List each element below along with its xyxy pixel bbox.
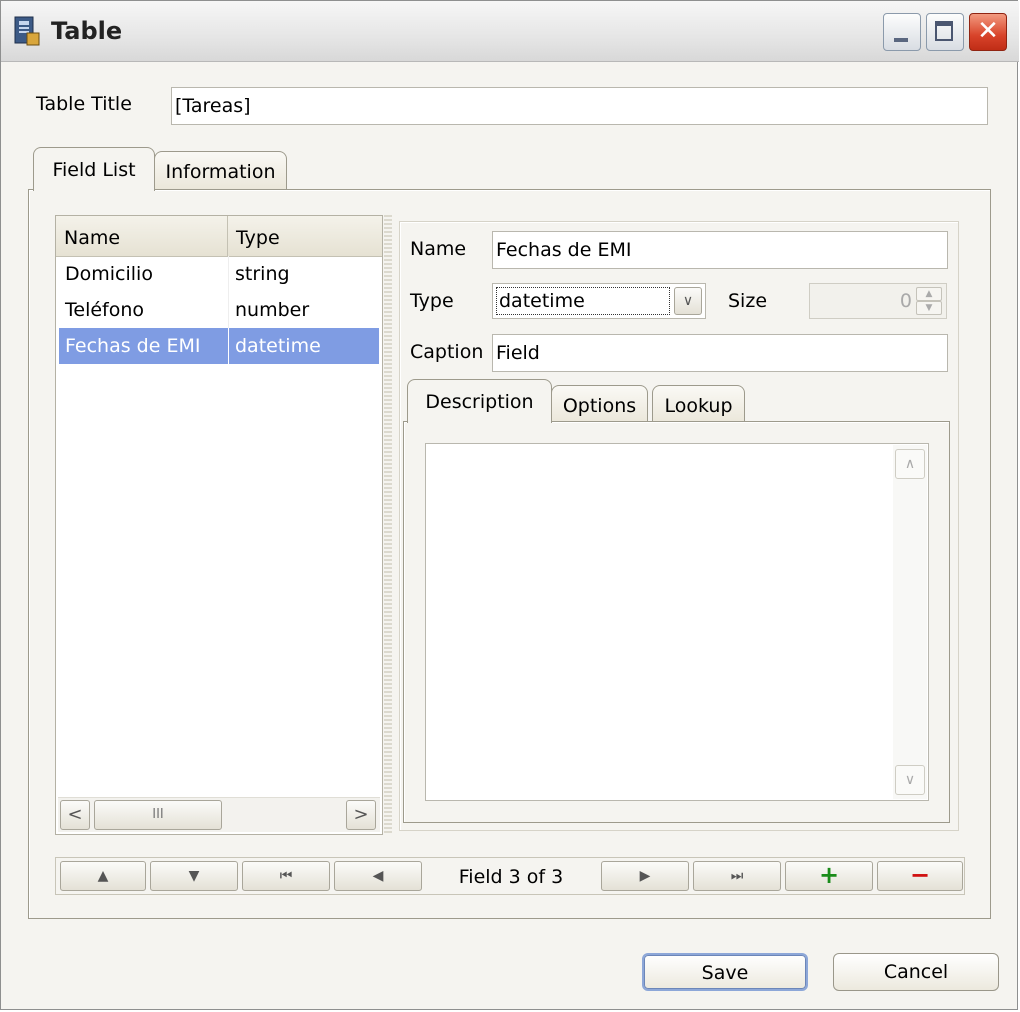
scroll-thumb[interactable]: III: [94, 800, 222, 830]
plus-icon: +: [818, 861, 840, 889]
grid-header: Name Type: [56, 216, 382, 257]
row-name-cell: Domicilio: [59, 256, 229, 292]
add-field-button[interactable]: +: [785, 861, 873, 891]
window-title: Table: [51, 17, 123, 45]
vertical-scrollbar: ∧ ∨: [893, 445, 927, 799]
size-label: Size: [728, 290, 768, 312]
minus-icon: −: [909, 861, 931, 889]
minimize-button[interactable]: [883, 13, 921, 51]
scroll-left-icon[interactable]: <: [60, 800, 90, 830]
maximize-icon: [935, 21, 953, 41]
spin-down-icon: ▼: [916, 301, 942, 315]
column-header-type[interactable]: Type: [228, 216, 382, 256]
tab-field-list[interactable]: Field List: [33, 147, 155, 191]
caption-label: Caption: [410, 341, 484, 363]
type-select[interactable]: datetime ∨: [492, 283, 706, 319]
move-up-button[interactable]: ▲: [60, 861, 146, 891]
close-icon: ✕: [977, 16, 999, 46]
first-record-button[interactable]: ⏮: [242, 861, 330, 891]
row-type-cell: datetime: [235, 335, 321, 357]
delete-field-button[interactable]: −: [877, 861, 963, 891]
move-down-button[interactable]: ▼: [150, 861, 238, 891]
record-counter: Field 3 of 3: [458, 866, 564, 888]
name-label: Name: [410, 238, 467, 260]
last-icon: ⏭: [730, 868, 744, 884]
row-type-cell: string: [235, 263, 290, 285]
field-navigator: ▲ ▼ ⏮ ◀ Field 3 of 3 ▶ ⏭ + −: [55, 857, 965, 895]
chevron-down-icon[interactable]: ∨: [674, 287, 702, 315]
previous-record-button[interactable]: ◀: [334, 861, 422, 891]
row-name-cell: Teléfono: [59, 292, 229, 328]
scroll-right-icon[interactable]: >: [346, 800, 376, 830]
table-title-label: Table Title: [36, 93, 132, 115]
cancel-button[interactable]: Cancel: [833, 953, 999, 991]
size-value: 0: [899, 290, 912, 312]
size-spinner: 0 ▲ ▼: [809, 283, 947, 319]
scroll-up-icon: ∧: [895, 449, 925, 479]
previous-icon: ◀: [372, 868, 384, 884]
title-bar[interactable]: Table ✕: [1, 1, 1019, 62]
tab-options[interactable]: Options: [551, 385, 648, 423]
table-row-selected[interactable]: Fechas de EMI datetime: [59, 328, 379, 364]
table-dialog: Table ✕ Table Title [Tareas] Field List …: [0, 0, 1019, 1010]
field-list-grid[interactable]: Name Type Domicilio string Teléfono numb…: [55, 215, 383, 835]
table-row[interactable]: Teléfono number: [59, 292, 379, 328]
triangle-down-icon: ▼: [188, 868, 200, 884]
tab-information[interactable]: Information: [154, 151, 287, 189]
type-label: Type: [410, 290, 454, 312]
tab-lookup[interactable]: Lookup: [652, 385, 745, 423]
scroll-down-icon: ∨: [895, 765, 925, 795]
last-record-button[interactable]: ⏭: [693, 861, 781, 891]
caption-input[interactable]: Field: [492, 334, 948, 372]
row-type-cell: number: [235, 299, 310, 321]
close-button[interactable]: ✕: [969, 13, 1007, 51]
row-name-cell: Fechas de EMI: [59, 328, 229, 364]
triangle-up-icon: ▲: [97, 868, 109, 884]
next-record-button[interactable]: ▶: [601, 861, 689, 891]
splitter-handle[interactable]: [384, 215, 392, 835]
minimize-icon: [894, 38, 908, 42]
horizontal-scrollbar[interactable]: < III >: [58, 797, 380, 832]
name-input[interactable]: Fechas de EMI: [492, 231, 948, 269]
type-select-value: datetime: [496, 287, 670, 315]
table-row[interactable]: Domicilio string: [59, 256, 379, 292]
maximize-button[interactable]: [926, 13, 964, 51]
tab-description[interactable]: Description: [407, 379, 552, 423]
spin-up-icon: ▲: [916, 287, 942, 301]
column-header-name[interactable]: Name: [56, 216, 228, 256]
next-icon: ▶: [639, 868, 651, 884]
description-textarea[interactable]: ∧ ∨: [425, 443, 929, 801]
save-button[interactable]: Save: [642, 953, 808, 991]
table-title-input[interactable]: [Tareas]: [171, 87, 988, 125]
first-icon: ⏮: [279, 868, 293, 884]
table-app-icon: [14, 16, 40, 46]
